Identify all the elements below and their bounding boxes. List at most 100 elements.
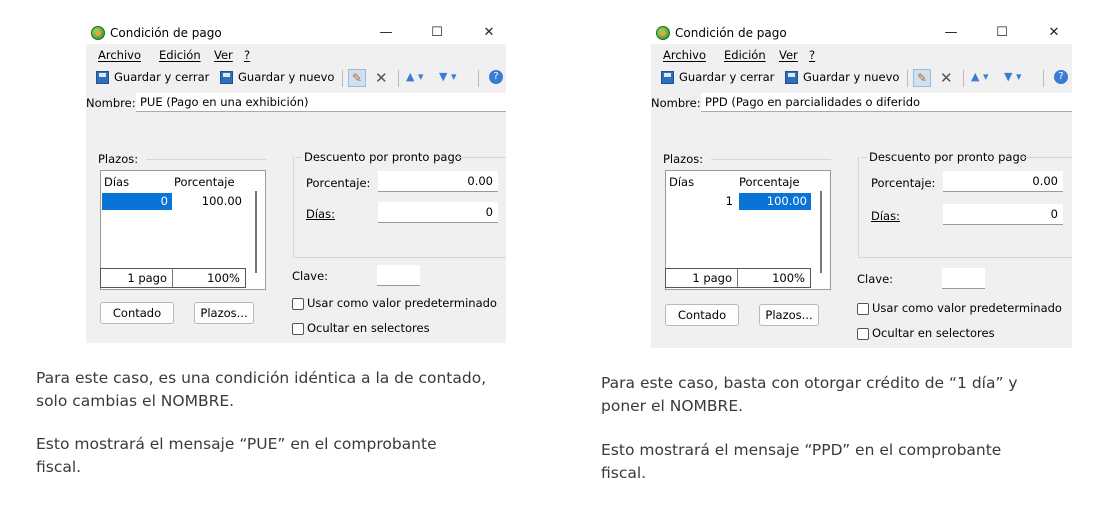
group-divider [1021, 157, 1072, 158]
group-divider [861, 157, 867, 158]
close-button[interactable]: ✕ [478, 24, 500, 42]
default-checkbox-label[interactable]: Usar como valor predeterminado [307, 296, 497, 310]
caption-ppd-line1: Para este caso, basta con otorgar crédit… [601, 374, 1018, 392]
delete-icon[interactable]: ✕ [375, 69, 388, 87]
group-divider [858, 257, 1072, 258]
caption-pue-line2: solo cambias el NOMBRE. [36, 392, 235, 410]
save-new-button[interactable]: Guardar y nuevo [238, 70, 334, 84]
plazos-button[interactable]: Plazos... [194, 302, 254, 324]
move-down-icon[interactable]: ▼ ▾ [439, 70, 456, 83]
menu-help[interactable]: ? [244, 48, 250, 62]
save-new-button[interactable]: Guardar y nuevo [803, 70, 899, 84]
toolbar-separator [342, 70, 343, 87]
save-icon [661, 71, 674, 84]
window-title: Condición de pago [675, 26, 787, 40]
contado-button[interactable]: Contado [100, 302, 174, 324]
caption-ppd-line4: fiscal. [601, 464, 647, 482]
app-icon [656, 26, 670, 40]
descuento-title: Descuento por pronto pago [869, 150, 1027, 164]
menu-ver[interactable]: Ver [214, 48, 233, 62]
porcentaje-label: Porcentaje: [871, 176, 936, 190]
save-icon [96, 71, 109, 84]
total-porcentaje: 100% [772, 271, 805, 285]
plazos-label: Plazos: [98, 152, 139, 166]
menu-archivo[interactable]: Archivo [663, 48, 706, 62]
contado-button[interactable]: Contado [665, 304, 739, 326]
descuento-title: Descuento por pronto pago [304, 150, 462, 164]
group-divider [711, 159, 831, 160]
porcentaje-input[interactable]: 0.00 [943, 171, 1063, 192]
grid-header-porcentaje: Porcentaje [739, 175, 800, 189]
name-row: Nombre: PPD (Pago en parcialidades o dif… [651, 92, 1072, 114]
name-label: Nombre: [86, 96, 136, 110]
hide-checkbox[interactable] [292, 323, 304, 335]
edit-icon[interactable]: ✎ [913, 69, 931, 87]
menu-ver[interactable]: Ver [779, 48, 798, 62]
minimize-button[interactable]: — [375, 24, 397, 42]
name-input[interactable]: PUE (Pago en una exhibición) [136, 93, 506, 112]
payment-condition-window-ppd: Condición de pago — ☐ ✕ Archivo Edición … [651, 22, 1072, 348]
move-up-icon[interactable]: ▲ ▾ [406, 70, 423, 83]
name-input[interactable]: PPD (Pago en parcialidades o diferido [701, 93, 1072, 112]
total-porcentaje: 100% [207, 271, 240, 285]
grid-scrollbar[interactable] [255, 191, 257, 273]
dias-input[interactable]: 0 [378, 202, 498, 223]
default-checkbox[interactable] [857, 303, 869, 315]
caption-pue-line1: Para este caso, es una condición idéntic… [36, 369, 487, 387]
toolbar: Guardar y cerrar Guardar y nuevo ✎ ✕ ▲ ▾… [651, 66, 1072, 90]
menu-bar: Archivo Edición Ver ? [86, 46, 506, 64]
toolbar-separator [478, 70, 479, 87]
maximize-button[interactable]: ☐ [991, 24, 1013, 42]
name-row: Nombre: PUE (Pago en una exhibición) [86, 92, 506, 114]
grid-scrollbar[interactable] [820, 191, 822, 273]
clave-label: Clave: [857, 272, 894, 286]
payment-condition-window-pue: Condición de pago — ☐ ✕ Archivo Edición … [86, 22, 506, 343]
close-button[interactable]: ✕ [1043, 24, 1065, 42]
total-pagos: 1 pago [101, 269, 173, 287]
caption-ppd-line2: poner el NOMBRE. [601, 397, 744, 415]
dias-input[interactable]: 0 [943, 204, 1063, 225]
caption-pue-line4: fiscal. [36, 458, 82, 476]
group-divider [146, 159, 266, 160]
hide-checkbox[interactable] [857, 328, 869, 340]
left-panel: Condición de pago — ☐ ✕ Archivo Edición … [0, 0, 560, 508]
edit-icon[interactable]: ✎ [348, 69, 366, 87]
group-divider [858, 157, 859, 257]
default-checkbox[interactable] [292, 298, 304, 310]
hide-checkbox-label[interactable]: Ocultar en selectores [872, 326, 995, 340]
group-divider [293, 157, 294, 257]
default-checkbox-label[interactable]: Usar como valor predeterminado [872, 301, 1062, 315]
cell-dias[interactable]: 1 [667, 193, 737, 210]
totals-row: 1 pago 100% [665, 268, 811, 288]
move-up-icon[interactable]: ▲ ▾ [971, 70, 988, 83]
move-down-icon[interactable]: ▼ ▾ [1004, 70, 1021, 83]
toolbar-separator [398, 70, 399, 87]
minimize-button[interactable]: — [940, 24, 962, 42]
porcentaje-input[interactable]: 0.00 [378, 171, 498, 192]
cell-dias-selected[interactable]: 0 [102, 193, 172, 210]
toolbar-separator [907, 70, 908, 87]
group-divider [296, 157, 302, 158]
name-label: Nombre: [651, 96, 701, 110]
totals-row: 1 pago 100% [100, 268, 246, 288]
menu-archivo[interactable]: Archivo [98, 48, 141, 62]
cell-porcentaje[interactable]: 100.00 [174, 193, 246, 210]
menu-help[interactable]: ? [809, 48, 815, 62]
right-panel: Condición de pago — ☐ ✕ Archivo Edición … [560, 0, 1119, 508]
save-close-button[interactable]: Guardar y cerrar [114, 70, 209, 84]
plazos-button[interactable]: Plazos... [759, 304, 819, 326]
menu-edicion[interactable]: Edición [724, 48, 766, 62]
clave-input[interactable] [942, 268, 985, 289]
menu-edicion[interactable]: Edición [159, 48, 201, 62]
clave-input[interactable] [377, 265, 420, 286]
dias-label: Días: [306, 207, 335, 221]
cell-porcentaje-selected[interactable]: 100.00 [739, 193, 811, 210]
maximize-button[interactable]: ☐ [426, 24, 448, 42]
help-icon[interactable]: ? [489, 70, 503, 84]
toolbar: Guardar y cerrar Guardar y nuevo ✎ ✕ ▲ ▾… [86, 66, 506, 90]
delete-icon[interactable]: ✕ [940, 69, 953, 87]
save-close-button[interactable]: Guardar y cerrar [679, 70, 774, 84]
hide-checkbox-label[interactable]: Ocultar en selectores [307, 321, 430, 335]
clave-label: Clave: [292, 269, 329, 283]
help-icon[interactable]: ? [1054, 70, 1068, 84]
